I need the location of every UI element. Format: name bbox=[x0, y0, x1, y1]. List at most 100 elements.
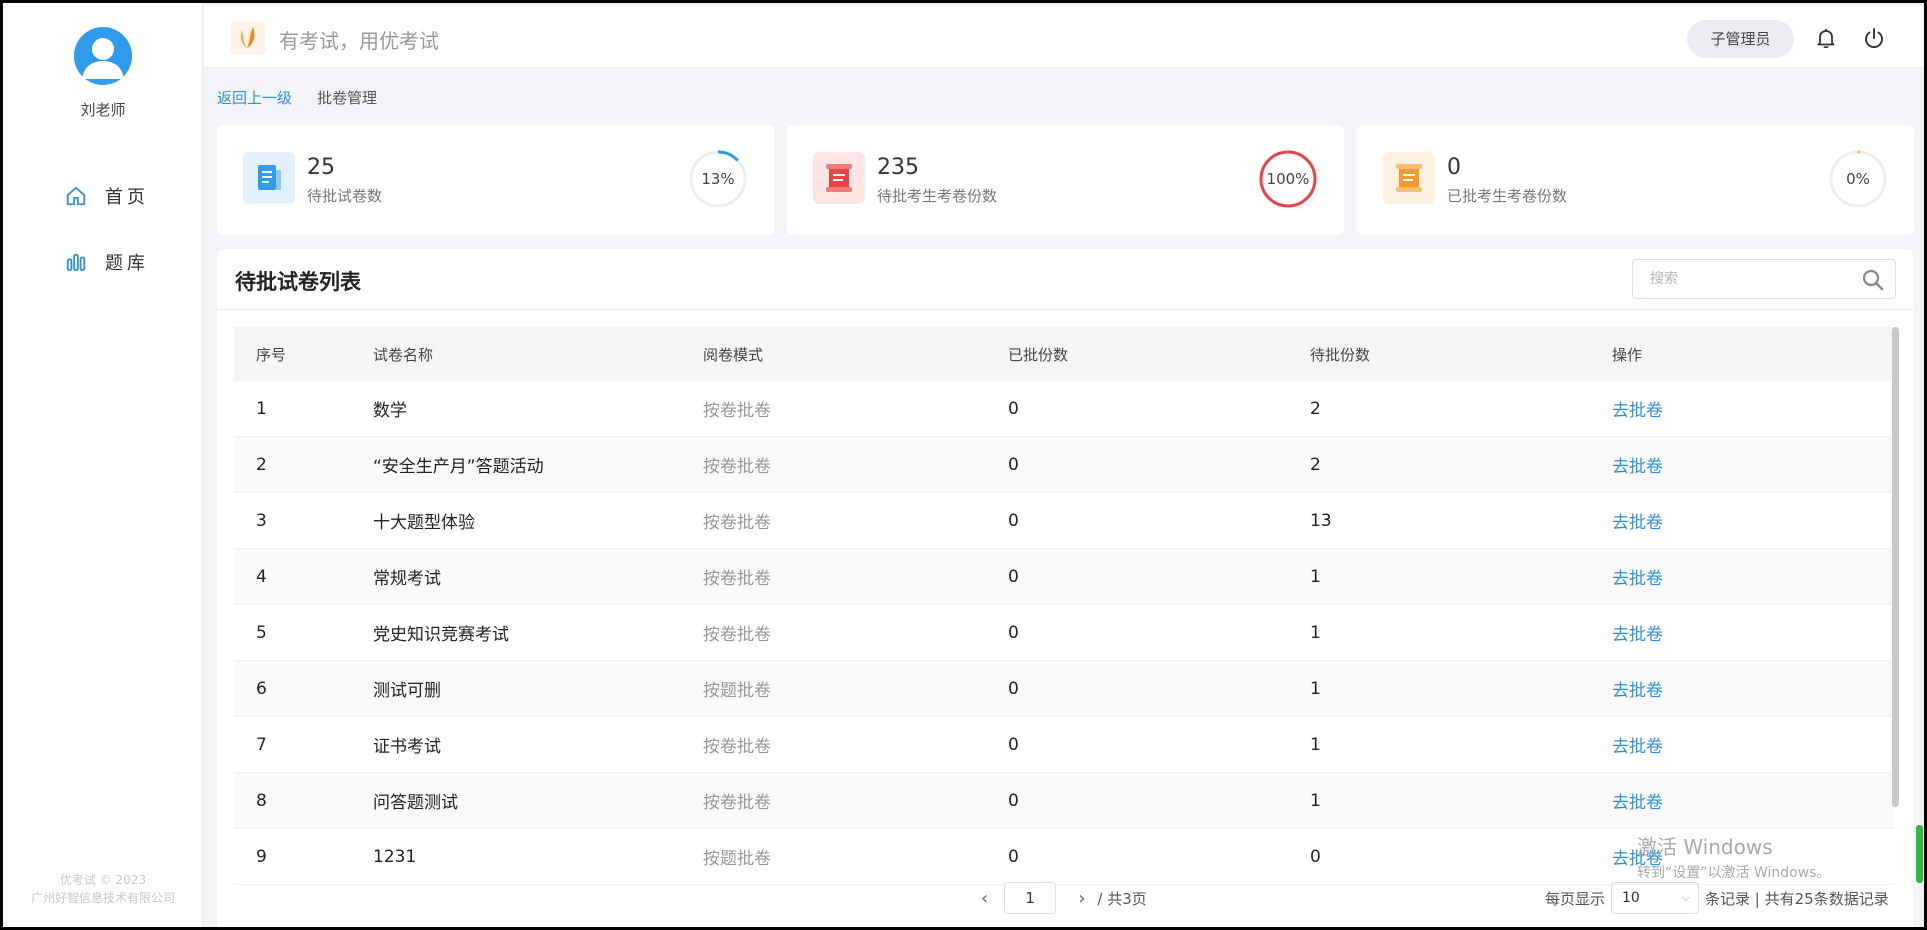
stat-card-pending-submissions: 235 待批考生考卷份数 100% bbox=[787, 125, 1344, 235]
breadcrumb-back-link[interactable]: 返回上一级 bbox=[217, 87, 292, 108]
watermark-title: 激活 Windows bbox=[1637, 835, 1773, 859]
footer-copyright: 优考试 © 2023 bbox=[59, 873, 147, 887]
pagination: ‹ › / 共3页 bbox=[981, 881, 1147, 915]
search-box bbox=[1632, 259, 1896, 299]
next-page-icon[interactable]: › bbox=[1078, 888, 1085, 909]
table-scrollbar[interactable] bbox=[1892, 327, 1899, 807]
records-summary: 条记录 | 共有25条数据记录 bbox=[1705, 889, 1889, 908]
table-cell-pending: 2 bbox=[1310, 454, 1321, 475]
table-cell-name: 常规考试 bbox=[373, 569, 441, 589]
table-cell-mode: 按卷批卷 bbox=[703, 569, 771, 589]
top-header: 有考试，用优考试 子管理员 bbox=[204, 6, 1924, 68]
table-cell-no: 6 bbox=[256, 678, 267, 699]
table-cell-no: 5 bbox=[256, 622, 267, 643]
stat-card-pending-papers: 25 待批试卷数 13% bbox=[217, 125, 774, 235]
table-cell-pending: 0 bbox=[1310, 846, 1321, 867]
scroll-check-icon bbox=[1396, 164, 1422, 192]
table-cell-mode: 按卷批卷 bbox=[703, 793, 771, 813]
table-row: 8 问答题测试 按卷批卷 0 1 去批卷 bbox=[234, 773, 1894, 829]
footer-company: 广州好智信息技术有限公司 bbox=[30, 891, 175, 905]
table-cell-done: 0 bbox=[1008, 398, 1019, 419]
table-cell-pending: 1 bbox=[1310, 790, 1321, 811]
stat-icon-box bbox=[1383, 152, 1435, 204]
progress-ring: 0% bbox=[1828, 149, 1888, 209]
grade-paper-link[interactable]: 去批卷 bbox=[1612, 661, 1663, 716]
page-size-value: 10 bbox=[1622, 890, 1640, 906]
table-cell-done: 0 bbox=[1008, 622, 1019, 643]
table-cell-done: 0 bbox=[1008, 678, 1019, 699]
table-cell-no: 8 bbox=[256, 790, 267, 811]
stat-label: 待批考生考卷份数 bbox=[877, 187, 998, 205]
bar-chart-icon bbox=[66, 253, 86, 272]
breadcrumb-current: 批卷管理 bbox=[317, 89, 378, 107]
table-cell-name: 问答题测试 bbox=[373, 793, 458, 813]
column-header: 操作 bbox=[1612, 345, 1643, 364]
user-name: 刘老师 bbox=[80, 101, 126, 119]
home-icon bbox=[66, 186, 86, 206]
grade-paper-link[interactable]: 去批卷 bbox=[1612, 717, 1663, 772]
grade-paper-link[interactable]: 去批卷 bbox=[1612, 605, 1663, 660]
bell-icon[interactable] bbox=[1814, 26, 1838, 50]
column-header: 已批份数 bbox=[1008, 345, 1069, 364]
table-cell-name: 测试可删 bbox=[373, 681, 441, 701]
page-size-control: 每页显示 10 ⌵ 条记录 | 共有25条数据记录 bbox=[1545, 881, 1889, 915]
table-row: 5 党史知识竞赛考试 按卷批卷 0 1 去批卷 bbox=[234, 605, 1894, 661]
table-cell-mode: 按卷批卷 bbox=[703, 401, 771, 421]
grade-paper-link[interactable]: 去批卷 bbox=[1612, 493, 1663, 548]
table-cell-name: 数学 bbox=[373, 401, 407, 421]
grade-paper-link[interactable]: 去批卷 bbox=[1612, 437, 1663, 492]
chevron-down-icon: ⌵ bbox=[1681, 891, 1691, 904]
power-icon[interactable] bbox=[1862, 26, 1886, 50]
stat-icon-box bbox=[243, 152, 295, 204]
app-logo bbox=[231, 21, 265, 55]
stat-icon-box bbox=[813, 152, 865, 204]
search-icon[interactable] bbox=[1861, 268, 1885, 292]
grade-paper-link[interactable]: 去批卷 bbox=[1612, 381, 1663, 436]
table-cell-no: 3 bbox=[256, 510, 267, 531]
table-cell-no: 4 bbox=[256, 566, 267, 587]
page-size-select[interactable]: 10 ⌵ bbox=[1611, 882, 1700, 914]
table-cell-mode: 按题批卷 bbox=[703, 849, 771, 869]
windows-activation-watermark: 激活 Windows 转到“设置”以激活 Windows。 bbox=[1637, 831, 1830, 882]
table-cell-mode: 按卷批卷 bbox=[703, 457, 771, 477]
page-scrollbar[interactable] bbox=[1916, 825, 1923, 883]
table-cell-mode: 按卷批卷 bbox=[703, 737, 771, 757]
table-cell-done: 0 bbox=[1008, 734, 1019, 755]
nav-item-question-bank[interactable]: 题库 bbox=[65, 247, 149, 277]
progress-ring: 100% bbox=[1258, 149, 1318, 209]
scroll-icon bbox=[826, 164, 852, 192]
pending-papers-panel: 待批试卷列表 序号 试卷名称 阅卷模式 已批份数 待批份数 操作 1数学按卷批卷… bbox=[217, 249, 1913, 927]
table-row: 2 “安全生产月”答题活动 按卷批卷 0 2 去批卷 bbox=[234, 437, 1894, 493]
progress-percent: 13% bbox=[701, 170, 735, 188]
table-cell-name: 十大题型体验 bbox=[373, 513, 475, 533]
document-icon bbox=[258, 165, 281, 190]
grade-paper-link[interactable]: 去批卷 bbox=[1612, 773, 1663, 828]
nav-label-home: 首页 bbox=[105, 187, 149, 208]
per-page-label: 每页显示 bbox=[1545, 889, 1606, 908]
sidebar: 刘老师 首页 题库 优考试 © 2023 广州好智信息技术有限公司 bbox=[3, 3, 203, 927]
avatar[interactable] bbox=[74, 27, 132, 85]
grade-paper-link[interactable]: 去批卷 bbox=[1612, 549, 1663, 604]
search-input[interactable] bbox=[1634, 261, 1854, 297]
stat-value: 0 bbox=[1447, 155, 1461, 180]
table-cell-mode: 按卷批卷 bbox=[703, 513, 771, 533]
column-header: 待批份数 bbox=[1310, 345, 1371, 364]
table-row: 7 证书考试 按卷批卷 0 1 去批卷 bbox=[234, 717, 1894, 773]
progress-percent: 100% bbox=[1266, 170, 1310, 188]
table-cell-no: 7 bbox=[256, 734, 267, 755]
table-row: 3 十大题型体验 按卷批卷 0 13 去批卷 bbox=[234, 493, 1894, 549]
table-cell-pending: 2 bbox=[1310, 398, 1321, 419]
stat-value: 235 bbox=[877, 155, 919, 180]
stat-value: 25 bbox=[307, 155, 335, 180]
nav-item-home[interactable]: 首页 bbox=[65, 181, 149, 211]
page-number-input[interactable] bbox=[1004, 882, 1057, 914]
table-cell-done: 0 bbox=[1008, 510, 1019, 531]
table-cell-pending: 1 bbox=[1310, 734, 1321, 755]
nav-label-question-bank: 题库 bbox=[105, 253, 149, 274]
table-cell-name: 证书考试 bbox=[373, 737, 441, 757]
progress-percent: 0% bbox=[1846, 170, 1870, 188]
prev-page-icon[interactable]: ‹ bbox=[981, 888, 988, 909]
role-button[interactable]: 子管理员 bbox=[1687, 20, 1794, 58]
table-cell-mode: 按卷批卷 bbox=[703, 625, 771, 645]
panel-title: 待批试卷列表 bbox=[235, 270, 361, 294]
